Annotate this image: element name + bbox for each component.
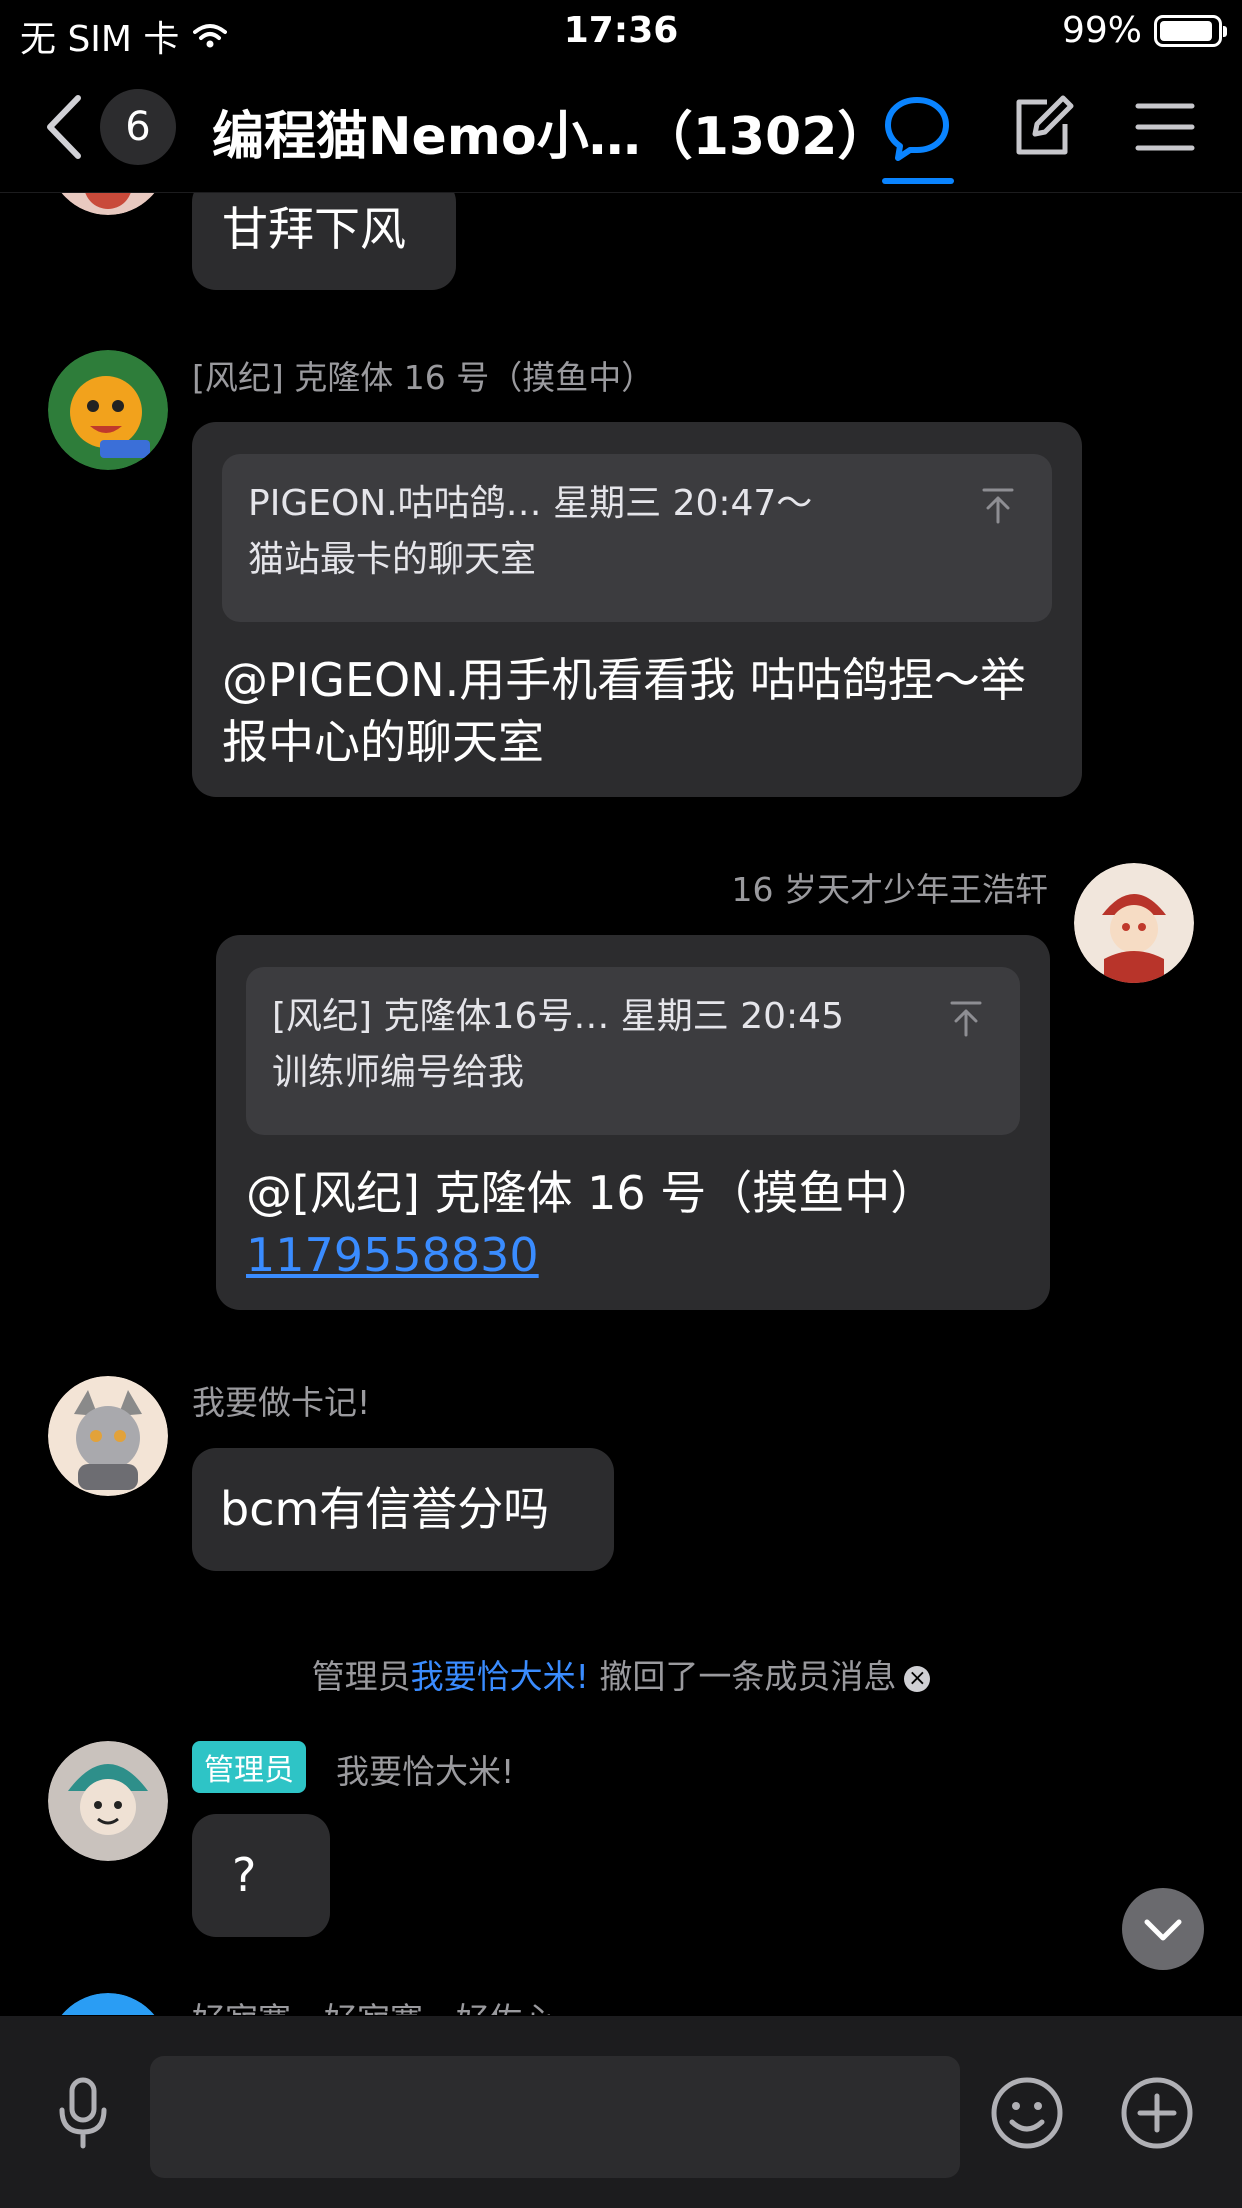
- chat-title[interactable]: 编程猫Nemo小…（1302）: [212, 94, 889, 169]
- avatar[interactable]: [48, 350, 168, 470]
- add-icon[interactable]: [1114, 2070, 1200, 2156]
- edit-icon[interactable]: [1007, 92, 1077, 162]
- jump-to-original-icon[interactable]: [978, 484, 1018, 524]
- battery-percent: 99%: [1061, 10, 1142, 51]
- close-icon[interactable]: ×: [904, 1665, 931, 1692]
- sender-name[interactable]: [风纪] 克隆体 16 号（摸鱼中）: [192, 351, 654, 399]
- battery-icon: [1154, 14, 1227, 47]
- status-right: 99%: [1061, 10, 1227, 51]
- message-text: @[风纪] 克隆体 16 号（摸鱼中）: [246, 1166, 937, 1220]
- chat-bubble-icon[interactable]: [882, 92, 952, 162]
- sender-name[interactable]: 好寂寞，好寂寞，好佐心: [192, 1993, 555, 2015]
- status-bar: 无 SIM 卡 17:36 99%: [0, 0, 1242, 62]
- avatar[interactable]: [1074, 863, 1194, 983]
- input-bar: [0, 2016, 1242, 2208]
- chevron-down-icon: [1144, 1919, 1182, 1941]
- message-bubble[interactable]: 甘拜下风: [192, 193, 456, 290]
- message-input[interactable]: [150, 2056, 960, 2178]
- quoted-reply[interactable]: [风纪] 克隆体16号… 星期三 20:45 训练师编号给我: [246, 967, 1020, 1135]
- active-tab-indicator: [882, 178, 954, 184]
- message-bubble[interactable]: bcm有信誉分吗: [192, 1448, 614, 1571]
- avatar[interactable]: [48, 1741, 168, 1861]
- message-text-container: @[风纪] 克隆体 16 号（摸鱼中） 1179558830: [246, 1162, 1026, 1286]
- emoji-icon[interactable]: [984, 2070, 1070, 2156]
- message-bubble[interactable]: ?: [192, 1814, 330, 1937]
- quoted-reply[interactable]: PIGEON.咕咕鸽… 星期三 20:47～ 猫站最卡的聊天室: [222, 454, 1052, 622]
- jump-to-original-icon[interactable]: [946, 997, 986, 1037]
- sender-name[interactable]: 16 岁天才少年王浩轩: [732, 863, 1048, 911]
- back-chevron-icon[interactable]: [40, 92, 90, 162]
- admin-role-badge: 管理员: [192, 1741, 306, 1793]
- message-bubble[interactable]: PIGEON.咕咕鸽… 星期三 20:47～ 猫站最卡的聊天室 @PIGEON.…: [192, 422, 1082, 797]
- unread-count-badge[interactable]: 6: [100, 89, 176, 165]
- clock: 17:36: [563, 10, 679, 51]
- scroll-to-bottom-button[interactable]: [1122, 1888, 1204, 1970]
- menu-icon[interactable]: [1130, 92, 1200, 162]
- message-link[interactable]: 1179558830: [246, 1224, 1026, 1286]
- avatar[interactable]: [48, 1376, 168, 1496]
- message-bubble[interactable]: [风纪] 克隆体16号… 星期三 20:45 训练师编号给我 @[风纪] 克隆体…: [216, 935, 1050, 1310]
- chat-header: 6 编程猫Nemo小…（1302）: [0, 62, 1242, 193]
- message-text: bcm有信誉分吗: [220, 1482, 550, 1536]
- message-text: @PIGEON.用手机看看我 咕咕鸽捏～举报中心的聊天室: [222, 653, 1026, 769]
- sender-name[interactable]: 我要恰大米!: [336, 1745, 514, 1793]
- microphone-icon[interactable]: [40, 2070, 126, 2156]
- sender-name[interactable]: 我要做卡记!: [192, 1376, 370, 1424]
- avatar[interactable]: [48, 193, 168, 215]
- message-text: ?: [232, 1848, 257, 1902]
- message-list[interactable]: 甘拜下风 [风纪] 克隆体 16 号（摸鱼中） PIGEON.咕咕鸽… 星期三 …: [0, 193, 1242, 2015]
- system-notice: 管理员我要恰大米! 撤回了一条成员消息 ×: [0, 1650, 1242, 1698]
- avatar[interactable]: [48, 1993, 168, 2015]
- admin-name-link[interactable]: 我要恰大米!: [411, 1657, 589, 1696]
